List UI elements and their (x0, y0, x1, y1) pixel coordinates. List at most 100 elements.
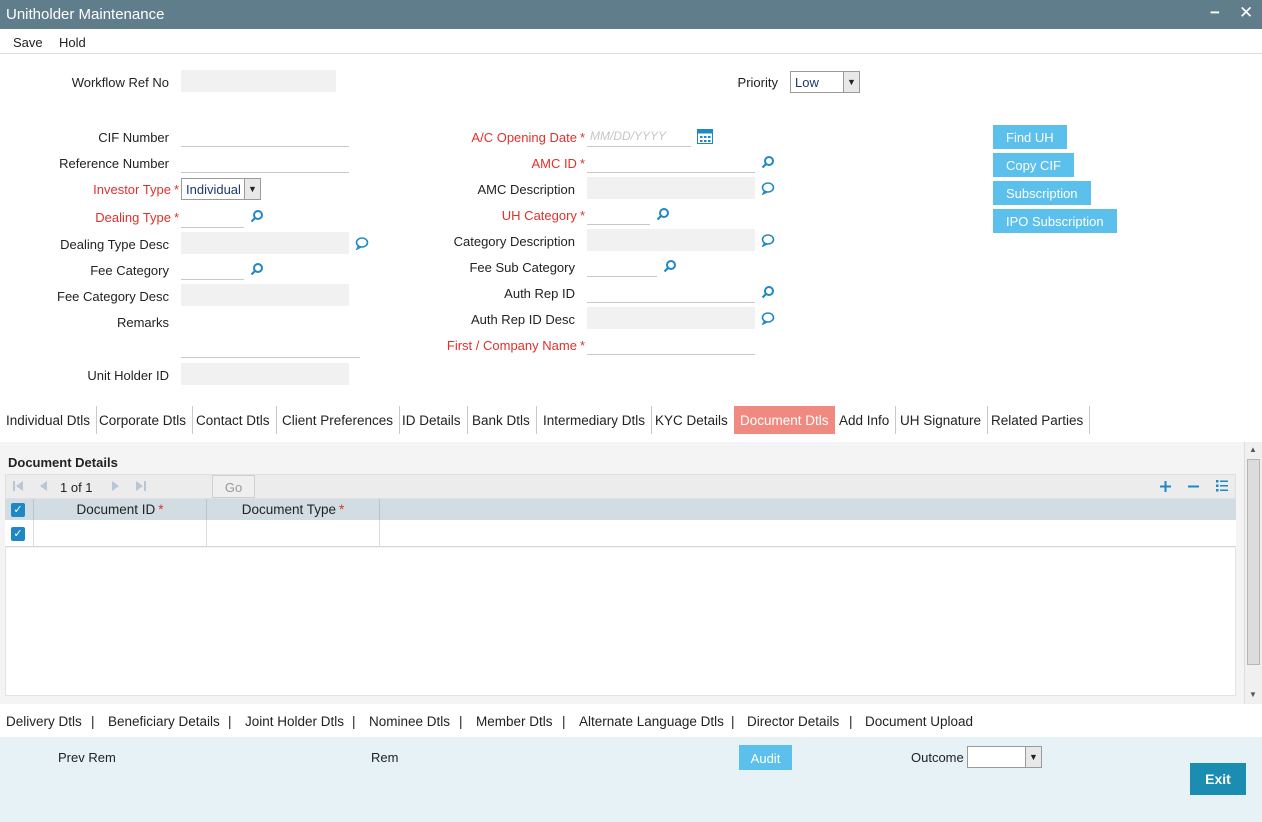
ac-opening-date-label: A/C Opening Date * (471, 130, 585, 145)
fee-sub-category-label: Fee Sub Category (469, 260, 575, 275)
uh-category-field[interactable] (587, 203, 650, 225)
workflow-ref-no-field (181, 70, 336, 92)
calendar-icon[interactable] (697, 129, 713, 144)
save-menu-item[interactable]: Save (13, 35, 43, 50)
tab-document-dtls[interactable]: Document Dtls (734, 406, 835, 434)
tab-client-preferences[interactable]: Client Preferences (276, 406, 401, 434)
scroll-down-icon[interactable]: ▼ (1249, 690, 1257, 699)
first-page-icon[interactable] (12, 480, 24, 492)
link-beneficiary-details[interactable]: Beneficiary Details (108, 714, 220, 729)
ipo-subscription-button[interactable]: IPO Subscription (993, 209, 1117, 233)
search-icon[interactable] (663, 259, 677, 273)
link-member-dtls[interactable]: Member Dtls (476, 714, 553, 729)
vertical-scrollbar[interactable]: ▲ ▼ (1244, 442, 1262, 704)
link-delivery-dtls[interactable]: Delivery Dtls (6, 714, 82, 729)
previous-page-icon[interactable] (37, 480, 49, 492)
tab-individual-dtls[interactable]: Individual Dtls (0, 406, 98, 434)
tab-add-info[interactable]: Add Info (833, 406, 897, 434)
find-uh-button[interactable]: Find UH (993, 125, 1067, 149)
column-header-document-type[interactable]: Document Type * (207, 502, 379, 517)
bottom-link-bar: Delivery Dtls | Beneficiary Details | Jo… (6, 714, 974, 729)
prev-rem-label: Prev Rem (58, 750, 116, 765)
auth-rep-id-field[interactable] (587, 281, 755, 303)
row-checkbox[interactable]: ✓ (11, 527, 25, 541)
table-row[interactable]: ✓ (5, 520, 1236, 547)
list-icon[interactable] (1215, 479, 1229, 493)
uh-category-label: UH Category * (501, 208, 585, 223)
column-header-document-id[interactable]: Document ID * (34, 502, 206, 517)
auth-rep-id-desc-label: Auth Rep ID Desc (470, 312, 575, 327)
subscription-button[interactable]: Subscription (993, 181, 1091, 205)
cif-number-label: CIF Number (98, 130, 169, 145)
tab-bank-dtls[interactable]: Bank Dtls (466, 406, 537, 434)
tab-strip: Individual Dtls Corporate Dtls Contact D… (0, 406, 1262, 434)
delete-row-icon[interactable] (1187, 480, 1200, 493)
unit-holder-id-field (181, 363, 349, 385)
minimize-icon[interactable]: − (1210, 3, 1220, 23)
tab-contact-dtls[interactable]: Contact Dtls (190, 406, 277, 434)
comment-icon[interactable] (355, 237, 369, 250)
reference-number-field[interactable] (181, 151, 349, 173)
remarks-label: Remarks (116, 315, 169, 330)
document-details-panel: Document Details 1 of 1 Go ✓ Document ID… (0, 442, 1244, 704)
cif-number-field[interactable] (181, 125, 349, 147)
search-icon[interactable] (250, 262, 264, 276)
select-all-checkbox[interactable]: ✓ (11, 503, 25, 517)
link-document-upload[interactable]: Document Upload (865, 714, 973, 729)
outcome-select[interactable]: ▼ (967, 746, 1042, 768)
go-button[interactable]: Go (212, 475, 255, 498)
unit-holder-id-label: Unit Holder ID (87, 368, 169, 383)
search-icon[interactable] (250, 209, 264, 223)
grid-toolbar: 1 of 1 Go (5, 474, 1236, 499)
fee-category-field[interactable] (181, 258, 244, 280)
priority-label: Priority (737, 75, 778, 90)
next-page-icon[interactable] (110, 480, 122, 492)
dealing-type-desc-label: Dealing Type Desc (60, 237, 169, 252)
grid-header: ✓ Document ID * Document Type * (5, 499, 1236, 520)
first-company-name-field[interactable] (587, 333, 755, 355)
fee-category-desc-label: Fee Category Desc (57, 289, 169, 304)
exit-button[interactable]: Exit (1190, 763, 1246, 795)
footer-panel: Prev Rem Rem Audit Outcome ▼ Exit (0, 737, 1262, 822)
investor-type-value: Individual (186, 182, 241, 197)
auth-rep-id-label: Auth Rep ID (504, 286, 575, 301)
scroll-up-icon[interactable]: ▲ (1249, 445, 1257, 454)
tab-kyc-details[interactable]: KYC Details (649, 406, 735, 434)
fee-sub-category-field[interactable] (587, 255, 657, 277)
tab-intermediary-dtls[interactable]: Intermediary Dtls (537, 406, 653, 434)
close-icon[interactable]: ✕ (1239, 3, 1253, 23)
comment-icon[interactable] (761, 234, 775, 247)
pager-text: 1 of 1 (60, 480, 93, 495)
remarks-field[interactable] (181, 336, 360, 358)
search-icon[interactable] (761, 285, 775, 299)
tab-uh-signature[interactable]: UH Signature (894, 406, 989, 434)
priority-select[interactable]: Low ▼ (790, 71, 860, 93)
dealing-type-field[interactable] (181, 206, 244, 228)
last-page-icon[interactable] (135, 480, 147, 492)
add-row-icon[interactable] (1159, 480, 1172, 493)
amc-id-field[interactable] (587, 151, 755, 173)
link-joint-holder-dtls[interactable]: Joint Holder Dtls (245, 714, 344, 729)
tab-corporate-dtls[interactable]: Corporate Dtls (93, 406, 194, 434)
reference-number-label: Reference Number (59, 156, 169, 171)
tab-related-parties[interactable]: Related Parties (985, 406, 1091, 434)
search-icon[interactable] (761, 155, 775, 169)
link-director-details[interactable]: Director Details (747, 714, 839, 729)
tab-id-details[interactable]: ID Details (396, 406, 468, 434)
window-titlebar: Unitholder Maintenance − ✕ (0, 0, 1262, 29)
auth-rep-id-desc-field (587, 307, 755, 329)
section-title: Document Details (8, 455, 118, 470)
search-icon[interactable] (656, 207, 670, 221)
hold-menu-item[interactable]: Hold (59, 35, 86, 50)
amc-description-field (587, 177, 755, 199)
copy-cif-button[interactable]: Copy CIF (993, 153, 1074, 177)
audit-button[interactable]: Audit (739, 745, 792, 770)
comment-icon[interactable] (761, 182, 775, 195)
comment-icon[interactable] (761, 312, 775, 325)
scroll-thumb[interactable] (1247, 459, 1260, 665)
link-alternate-language-dtls[interactable]: Alternate Language Dtls (579, 714, 724, 729)
chevron-down-icon: ▼ (1025, 747, 1041, 767)
investor-type-select[interactable]: Individual ▼ (181, 178, 261, 200)
ac-opening-date-field[interactable]: MM/DD/YYYY (587, 125, 691, 147)
link-nominee-dtls[interactable]: Nominee Dtls (369, 714, 450, 729)
